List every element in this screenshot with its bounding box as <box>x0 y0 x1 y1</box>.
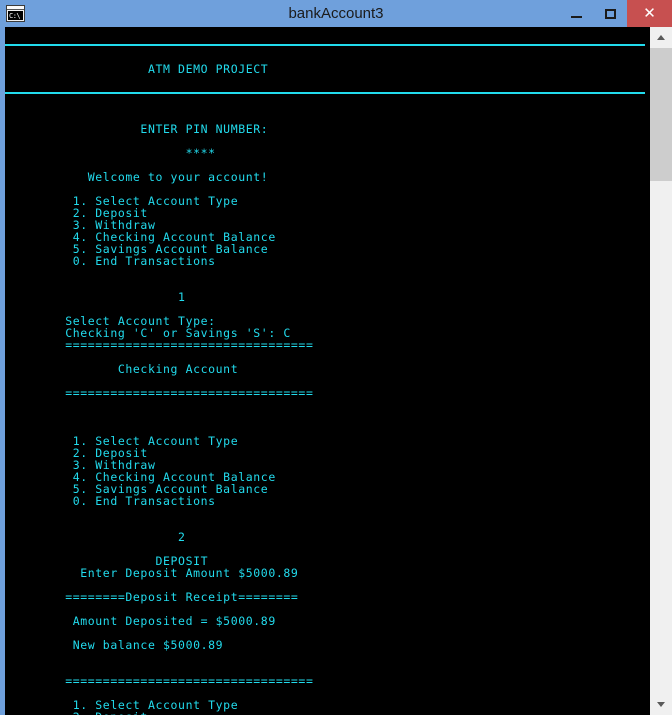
window-controls: ✕ <box>559 0 672 27</box>
close-button[interactable]: ✕ <box>627 0 672 27</box>
console-line: ENTER PIN NUMBER: <box>5 122 269 136</box>
minimize-icon <box>570 15 582 18</box>
scroll-up-button[interactable] <box>650 27 672 48</box>
close-icon: ✕ <box>643 5 656 22</box>
console-line: 0. End Transactions <box>5 494 216 508</box>
console-line: ================================= <box>5 674 314 688</box>
scroll-up-arrow-icon <box>657 35 665 40</box>
console-line: ================================= <box>5 386 314 400</box>
console-line: **** <box>5 146 216 160</box>
vertical-scrollbar[interactable] <box>650 27 672 715</box>
console-line: Checking Account <box>5 362 239 376</box>
scroll-down-arrow-icon <box>657 702 665 707</box>
title-bar[interactable]: C:\ bankAccount3 ✕ <box>0 0 672 27</box>
console-line: ========Deposit Receipt======== <box>5 590 299 604</box>
console-line: Amount Deposited = $5000.89 <box>5 614 276 628</box>
maximize-icon <box>604 8 616 19</box>
console-line: Enter Deposit Amount $5000.89 <box>5 566 299 580</box>
console-line: ATM DEMO PROJECT <box>5 62 269 76</box>
minimize-button[interactable] <box>559 0 593 27</box>
application-window: C:\ bankAccount3 ✕ ATM DEMO PROJECT ENTE… <box>0 0 672 715</box>
console-line: 2. Deposit <box>5 711 645 715</box>
icon-prompt-text: C:\ <box>8 11 23 20</box>
console-client-area: ATM DEMO PROJECT ENTER PIN NUMBER: **** … <box>5 27 667 715</box>
console-line: 2 <box>5 530 186 544</box>
console-separator-rule <box>5 87 645 99</box>
console-separator-rule <box>5 39 645 51</box>
console-line: New balance $5000.89 <box>5 638 224 652</box>
console-line: 0. End Transactions <box>5 254 216 268</box>
console-line: Welcome to your account! <box>5 170 269 184</box>
console-output[interactable]: ATM DEMO PROJECT ENTER PIN NUMBER: **** … <box>5 27 645 715</box>
maximize-button[interactable] <box>593 0 627 27</box>
console-line: ================================= <box>5 338 314 352</box>
scrollbar-thumb[interactable] <box>650 48 672 181</box>
scroll-down-button[interactable] <box>650 694 672 715</box>
icon-titlebar-stripe <box>7 6 24 10</box>
cmd-prompt-icon[interactable]: C:\ <box>6 5 25 22</box>
console-line: 1 <box>5 290 186 304</box>
